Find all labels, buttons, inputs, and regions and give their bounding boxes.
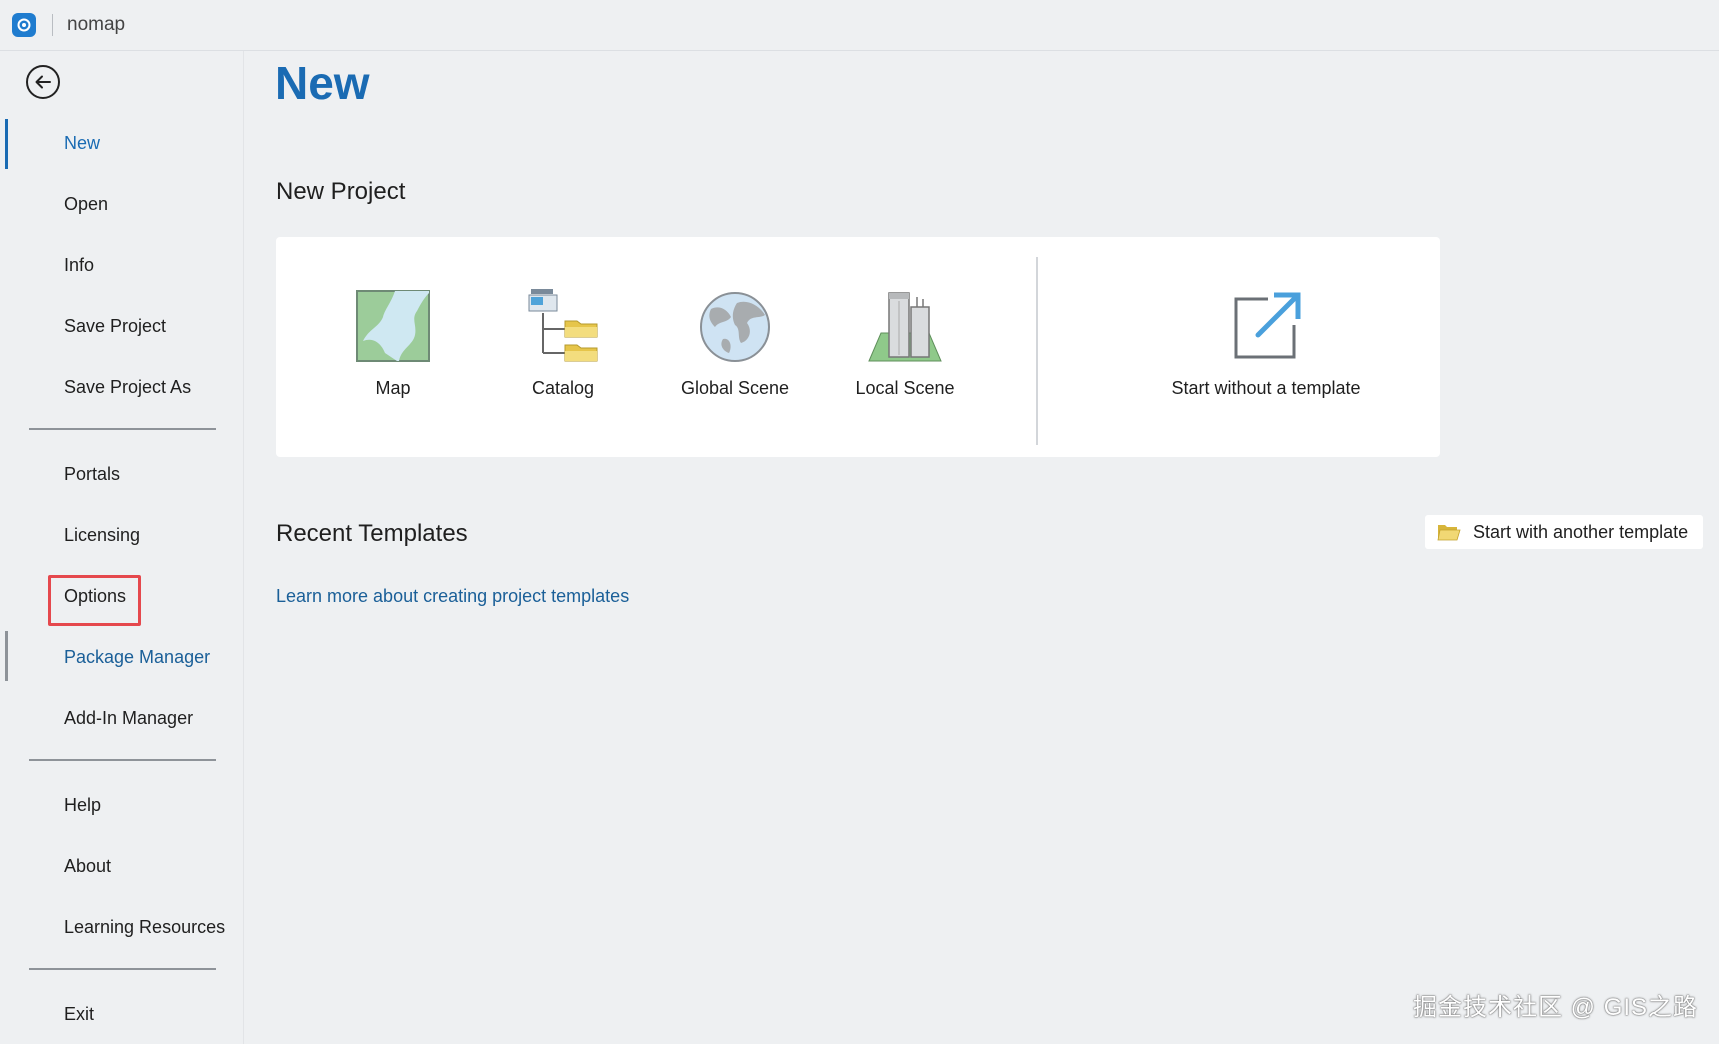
backstage-sidebar: New Open Info Save Project Save Project … bbox=[0, 51, 244, 1044]
global-scene-template-button[interactable]: Global Scene bbox=[660, 287, 810, 399]
map-template-button[interactable]: Map bbox=[318, 287, 468, 399]
recent-templates-heading: Recent Templates bbox=[276, 520, 468, 547]
title-separator bbox=[52, 14, 53, 36]
sidebar-item-add-in-manager[interactable]: Add-In Manager bbox=[64, 708, 193, 729]
local-scene-icon bbox=[867, 287, 943, 363]
open-external-icon bbox=[1228, 287, 1304, 363]
arrow-left-icon bbox=[35, 75, 51, 89]
sidebar-item-exit[interactable]: Exit bbox=[64, 1004, 94, 1025]
active-indicator bbox=[5, 119, 8, 169]
map-label: Map bbox=[375, 378, 411, 398]
sidebar-divider bbox=[29, 759, 216, 761]
sidebar-item-info[interactable]: Info bbox=[64, 255, 94, 276]
map-icon bbox=[355, 287, 431, 363]
new-project-heading: New Project bbox=[276, 178, 406, 205]
local-scene-template-button[interactable]: Local Scene bbox=[830, 287, 980, 399]
start-without-template-label: Start without a template bbox=[1171, 378, 1361, 398]
start-without-template-button[interactable]: Start without a template bbox=[1141, 287, 1391, 399]
sidebar-item-help[interactable]: Help bbox=[64, 795, 101, 816]
page-title: New bbox=[275, 57, 370, 109]
start-with-another-template-button[interactable]: Start with another template bbox=[1425, 515, 1703, 549]
options-highlight-box bbox=[48, 575, 141, 626]
sidebar-item-open[interactable]: Open bbox=[64, 194, 108, 215]
sidebar-divider bbox=[29, 428, 216, 430]
new-project-card: Map Catalog Global Scene Local Scene Sta… bbox=[276, 237, 1440, 457]
sidebar-divider bbox=[29, 968, 216, 970]
start-with-another-template-label: Start with another template bbox=[1473, 521, 1689, 542]
watermark: 掘金技术社区 @ GIS之路 bbox=[1413, 994, 1699, 1021]
sidebar-item-save-project-as[interactable]: Save Project As bbox=[64, 377, 191, 398]
learn-more-templates-link[interactable]: Learn more about creating project templa… bbox=[276, 586, 629, 607]
local-scene-label: Local Scene bbox=[855, 378, 955, 398]
sidebar-item-package-manager[interactable]: Package Manager bbox=[64, 647, 210, 668]
sidebar-item-learning-resources[interactable]: Learning Resources bbox=[64, 917, 225, 938]
catalog-icon bbox=[525, 287, 601, 363]
sidebar-item-save-project[interactable]: Save Project bbox=[64, 316, 166, 337]
back-button[interactable] bbox=[26, 65, 60, 99]
window-title: nomap bbox=[67, 14, 126, 35]
folder-icon bbox=[1437, 522, 1461, 542]
sidebar-item-portals[interactable]: Portals bbox=[64, 464, 120, 485]
catalog-label: Catalog bbox=[531, 378, 595, 398]
sidebar-item-new[interactable]: New bbox=[64, 133, 100, 154]
globe-icon bbox=[697, 287, 773, 363]
hover-indicator bbox=[5, 631, 8, 681]
sidebar-item-about[interactable]: About bbox=[64, 856, 111, 877]
sidebar-item-licensing[interactable]: Licensing bbox=[64, 525, 140, 546]
title-bar: nomap bbox=[0, 0, 1719, 51]
global-scene-label: Global Scene bbox=[680, 378, 790, 398]
app-logo-icon bbox=[12, 13, 36, 37]
catalog-template-button[interactable]: Catalog bbox=[488, 287, 638, 399]
card-divider bbox=[1036, 257, 1038, 445]
